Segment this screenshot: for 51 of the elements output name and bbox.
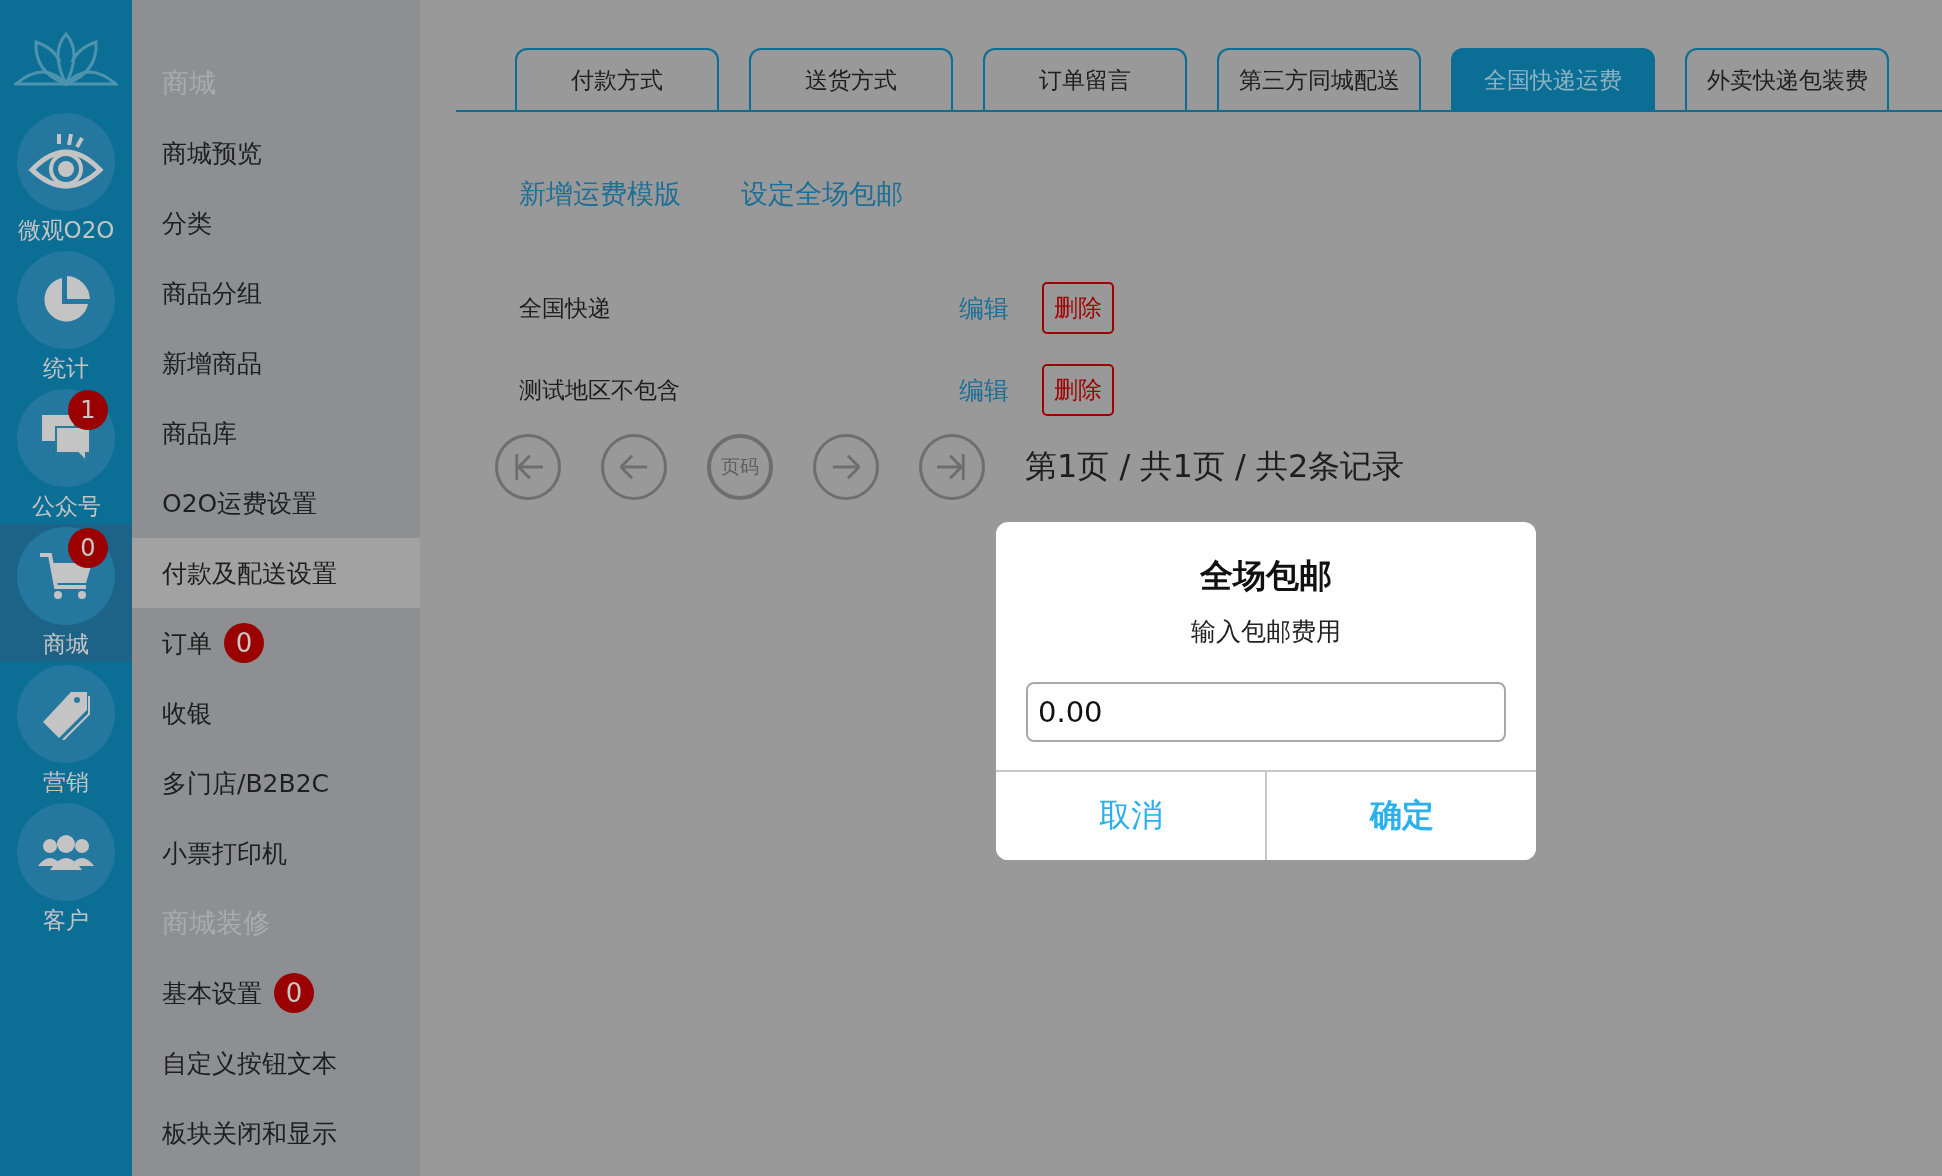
eye-icon [28,131,104,192]
sidebar-item[interactable]: 商城预览 [132,118,420,188]
sidebar-item-label: 基本设置 [162,977,262,1010]
fee-input-field[interactable]: 0.00 [1026,682,1506,742]
first-page-button[interactable] [495,434,561,500]
sidebar-item[interactable]: 多门店/B2B2C [132,748,420,818]
sidebar-item-label: 新增商品 [162,347,262,380]
sidebar-item-label: 付款及配送设置 [162,557,337,590]
sidebar-item-label: 多门店/B2B2C [162,767,329,800]
sidebar-item[interactable]: 商品库 [132,398,420,468]
sidebar-item[interactable]: 商品分组 [132,258,420,328]
sidebar-item-label: 板块关闭和显示 [162,1117,337,1150]
template-name: 测试地区不包含 [519,375,681,405]
dialog-title: 全场包邮 [1200,555,1332,597]
sidebar-item[interactable]: 板块关闭和显示 [132,1098,420,1168]
sidebar-item[interactable]: 付款及配送设置 [132,538,420,608]
tab[interactable]: 送货方式 [749,48,953,110]
tab[interactable]: 订单留言 [983,48,1187,110]
sidebar-item[interactable]: 新增商品 [132,328,420,398]
sidebar-item-label: 收银 [162,697,212,730]
template-name: 全国快递 [519,293,612,323]
sidebar-item-label: 商城预览 [162,137,262,170]
delete-button[interactable]: 删除 [1042,282,1114,334]
tab[interactable]: 第三方同城配送 [1217,48,1421,110]
prev-page-button[interactable] [601,434,667,500]
sidebar-item-label: 分类 [162,207,212,240]
sidebar-item-label: O2O运费设置 [162,487,318,520]
next-page-button[interactable] [813,434,879,500]
delete-button[interactable]: 删除 [1042,364,1114,416]
sidebar-item-label: 商品分组 [162,277,262,310]
sidebar-item[interactable]: 订单 0 [132,608,420,678]
sidebar-item[interactable]: 自定义按钮文本 [132,1028,420,1098]
count-badge: 0 [274,973,314,1013]
sidebar-item-label: 订单 [162,627,212,660]
sidebar-item[interactable]: 收银 [132,678,420,748]
sidebar-item-label: 小票打印机 [162,837,287,870]
sidebar-item-label: 自定义按钮文本 [162,1047,337,1080]
sidebar-item[interactable]: O2O运费设置 [132,468,420,538]
sidebar-item[interactable]: 小票打印机 [132,818,420,888]
rail-item[interactable]: 商城 0 [0,524,132,662]
last-page-button[interactable] [919,434,985,500]
people-icon [38,833,94,870]
dialog-message: 输入包邮费用 [1191,616,1341,648]
lotus-logo-icon [14,32,118,88]
tab[interactable]: 外卖快递包装费 [1685,48,1889,110]
tab[interactable]: 付款方式 [515,48,719,110]
sidebar-item[interactable]: 分类 [132,188,420,258]
count-badge: 0 [224,623,264,663]
sidebar-item-label: 商品库 [162,417,237,450]
sidebar-item[interactable]: 基本设置 0 [132,958,420,1028]
page-summary: 第1页 / 共1页 / 共2条记录 [1025,446,1405,487]
